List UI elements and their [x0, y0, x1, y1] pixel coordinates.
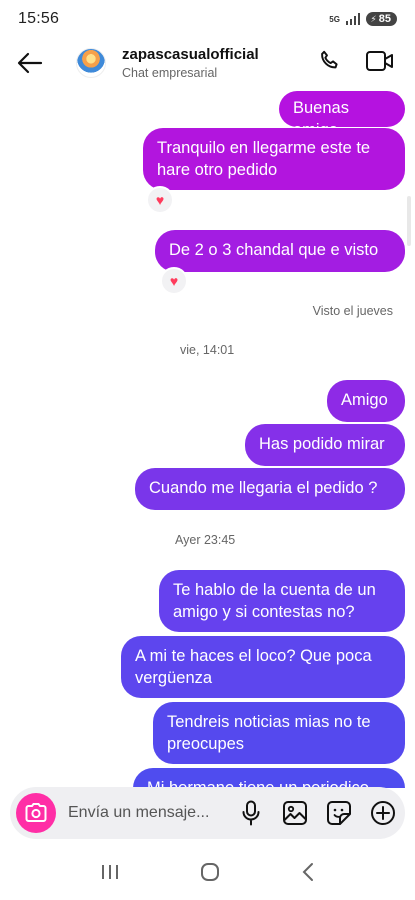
- video-call-icon[interactable]: [365, 49, 395, 78]
- message-bubble[interactable]: Mi hermano tiene un periodico: [133, 768, 405, 788]
- status-time: 15:56: [18, 10, 60, 27]
- heart-reaction-icon[interactable]: ♥: [146, 186, 174, 214]
- recent-apps-icon[interactable]: [100, 863, 120, 886]
- message-bubble[interactable]: De 2 o 3 chandal que e visto: [155, 230, 405, 272]
- add-icon[interactable]: [369, 799, 397, 827]
- message-composer: Envía un mensaje...: [10, 787, 405, 839]
- status-icons: 5G ⚡ 85: [329, 12, 397, 26]
- timestamp-divider: Ayer 23:45: [175, 533, 236, 547]
- contact-info[interactable]: zapascasualofficial Chat empresarial: [122, 46, 259, 80]
- sticker-icon[interactable]: [325, 799, 353, 827]
- battery-level: 85: [378, 13, 391, 25]
- composer-actions: [237, 799, 397, 827]
- status-bar: 15:56 5G ⚡ 85: [0, 0, 415, 38]
- contact-name: zapascasualofficial: [122, 46, 259, 63]
- message-bubble[interactable]: Tendreis noticias mias no te preocupes: [153, 702, 405, 764]
- timestamp-divider: vie, 14:01: [180, 343, 235, 357]
- scrollbar[interactable]: [407, 196, 411, 246]
- contact-subtitle: Chat empresarial: [122, 66, 218, 80]
- home-icon[interactable]: [199, 861, 221, 888]
- message-bubble[interactable]: Has podido mirar: [245, 424, 405, 466]
- avatar[interactable]: [76, 48, 106, 78]
- message-input[interactable]: Envía un mensaje...: [68, 804, 237, 822]
- message-bubble[interactable]: Te hablo de la cuenta de un amigo y si c…: [159, 570, 405, 632]
- header-actions: [317, 48, 401, 79]
- battery-indicator: ⚡ 85: [366, 12, 397, 26]
- heart-reaction-icon[interactable]: ♥: [160, 267, 188, 295]
- message-bubble[interactable]: Tranquilo en llegarme este te hare otro …: [143, 128, 405, 190]
- network-icon: 5G: [329, 14, 340, 24]
- message-bubble[interactable]: Cuando me llegaria el pedido ?: [135, 468, 405, 510]
- back-nav-icon[interactable]: [301, 862, 315, 887]
- signal-icon: [345, 13, 361, 25]
- message-bubble[interactable]: A mi te haces el loco? Que poca vergüenz…: [121, 636, 405, 698]
- gallery-icon[interactable]: [281, 799, 309, 827]
- system-navigation-bar: [0, 848, 415, 900]
- phone-icon[interactable]: [317, 48, 343, 79]
- camera-button[interactable]: [16, 793, 56, 833]
- message-bubble[interactable]: Buenas amigo: [279, 91, 405, 139]
- camera-icon: [25, 803, 47, 822]
- seen-status: Visto el jueves: [312, 304, 393, 318]
- chat-header: zapascasualofficial Chat empresarial: [0, 38, 415, 88]
- back-arrow-icon[interactable]: [14, 47, 46, 79]
- message-bubble[interactable]: Amigo: [327, 380, 405, 422]
- microphone-icon[interactable]: [237, 799, 265, 827]
- message-list[interactable]: Buenas amigo Tranquilo en llegarme este …: [0, 88, 415, 788]
- charging-icon: ⚡: [370, 13, 377, 24]
